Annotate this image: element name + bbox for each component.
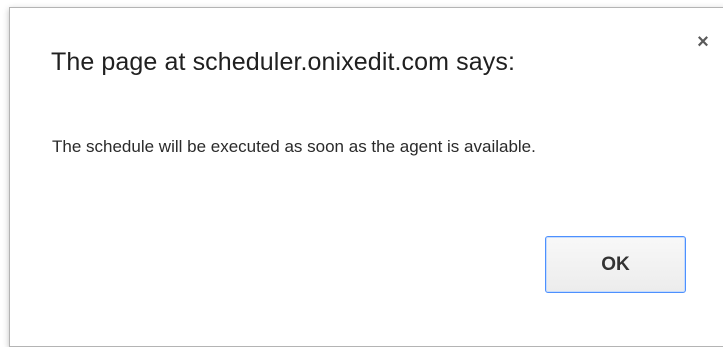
ok-button[interactable]: OK: [545, 236, 686, 293]
dialog-title: The page at scheduler.onixedit.com says:: [51, 48, 515, 76]
dialog-message: The schedule will be executed as soon as…: [52, 137, 536, 156]
close-icon[interactable]: ×: [692, 31, 714, 53]
alert-dialog: The page at scheduler.onixedit.com says:…: [9, 7, 723, 347]
